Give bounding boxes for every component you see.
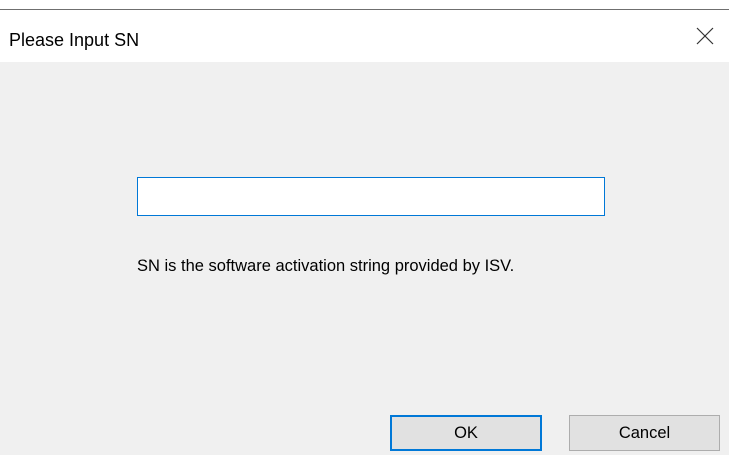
sn-input[interactable] bbox=[137, 177, 605, 216]
title-bar[interactable]: Please Input SN bbox=[0, 10, 729, 62]
window-title: Please Input SN bbox=[9, 30, 140, 50]
cancel-button[interactable]: Cancel bbox=[569, 415, 720, 451]
close-button[interactable] bbox=[680, 10, 729, 62]
sn-hint-text: SN is the software activation string pro… bbox=[137, 257, 515, 275]
close-icon bbox=[696, 27, 713, 45]
ok-button[interactable]: OK bbox=[390, 415, 542, 451]
